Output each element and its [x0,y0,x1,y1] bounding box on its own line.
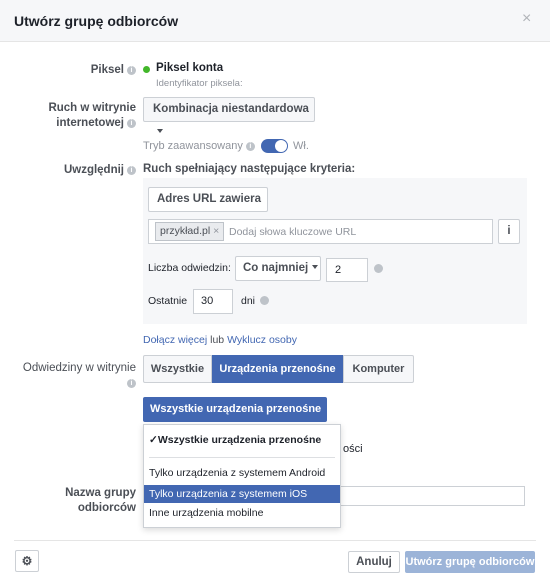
device-menu: ✓Wszystkie urządzenia przenośne Tylko ur… [143,424,341,528]
settings-icon[interactable]: ⚙ [15,550,39,572]
toggle-knob [275,140,287,152]
audience-name-line2: odbiorców [77,502,136,514]
rule-dropdown-label: Adres URL zawiera [157,193,261,205]
chevron-down-icon [157,129,163,133]
menu-item-label: Wszystkie urządzenia przenośne [157,434,322,446]
help-icon[interactable]: i [127,379,136,388]
segment-mobile[interactable]: Urządzenia przenośne [212,355,343,383]
pixel-name: Piksel konta [156,62,224,74]
audience-name-line1: Nazwa grupy [65,487,136,499]
traffic-dropdown-label: Kombinacja niestandardowa [153,103,309,115]
visits-operator-dropdown[interactable]: Co najmniej [235,256,321,281]
help-icon[interactable]: i [127,119,136,128]
help-icon[interactable]: i [127,66,136,75]
criteria-text: Ruch spełniający następujące kryteria: [143,163,356,175]
menu-item-all-mobile[interactable]: ✓Wszystkie urządzenia przenośne [144,431,340,449]
visited-label: Odwiedziny w witrynie i [10,361,136,391]
pixel-id-label: Identyfikator piksela: [156,78,243,89]
days-input[interactable]: 30 [193,289,233,314]
device-dropdown-label: Wszystkie urządzenia przenośne [150,403,322,415]
traffic-label: Ruch w witrynie internetowej i [10,101,136,131]
create-audience-button[interactable]: Utwórz grupę odbiorców [405,551,535,573]
footer-divider [14,540,536,541]
visits-operator-label: Co najmniej [243,262,309,274]
device-dropdown[interactable]: Wszystkie urządzenia przenośne [143,397,327,435]
pixel-label: Piksel i [10,63,136,78]
advanced-mode: Tryb zaawansowany i [143,140,255,152]
segment-all[interactable]: Wszystkie [143,355,212,383]
traffic-dropdown[interactable]: Kombinacja niestandardowa [143,97,315,133]
recent-label: Ostatnie [148,295,188,307]
advanced-toggle[interactable] [261,139,288,153]
include-label-text: Uwzględnij [63,164,124,176]
chevron-down-icon [312,265,319,269]
pixel-label-text: Piksel [90,64,124,76]
advanced-mode-label: Tryb zaawansowany [143,140,243,152]
traffic-label-line2: internetowej [56,117,124,129]
rule-links: Dołącz więcej lub Wyklucz osoby [143,334,297,346]
cancel-button[interactable]: Anuluj [348,551,400,573]
or-text: lub [210,334,225,346]
info-button[interactable]: i [498,219,520,244]
menu-item-android[interactable]: Tylko urządzenia z systemem Android [144,464,340,482]
keyword-placeholder: Dodaj słowa kluczowe URL [229,226,357,238]
rule-dropdown[interactable]: Adres URL zawiera [148,187,268,223]
keyword-tag[interactable]: przykład.pl × [155,222,225,241]
check-icon: ✓ [149,434,158,446]
visits-input[interactable]: 2 [326,258,368,282]
hidden-option-text: ości [343,443,363,455]
close-icon[interactable]: × [522,11,531,27]
dialog-title: Utwórz grupę odbiorców [14,13,179,29]
visits-label: Liczba odwiedzin: [148,262,231,274]
days-label: dni [241,295,256,307]
help-icon[interactable] [374,264,383,273]
remove-tag-icon[interactable]: × [213,225,219,237]
help-icon[interactable]: i [245,142,255,151]
include-label: Uwzględnij i [10,163,136,178]
menu-divider [149,457,335,458]
visited-label-text: Odwiedziny w witrynie [22,362,136,374]
exclude-link[interactable]: Wyklucz osoby [227,334,297,346]
keyword-tag-label: przykład.pl [160,225,211,237]
help-icon[interactable]: i [127,166,136,175]
menu-item-ios[interactable]: Tylko urządzenia z systemem iOS [144,485,340,503]
segment-desktop[interactable]: Komputer [343,355,414,383]
menu-item-other[interactable]: Inne urządzenia mobilne [144,504,340,522]
status-dot-icon [143,66,150,73]
advanced-toggle-state: Wł. [293,140,309,152]
help-icon[interactable] [260,296,269,305]
add-more-link[interactable]: Dołącz więcej [143,334,207,346]
audience-name-label: Nazwa grupy odbiorców [10,486,136,516]
traffic-label-line1: Ruch w witrynie [48,102,136,114]
